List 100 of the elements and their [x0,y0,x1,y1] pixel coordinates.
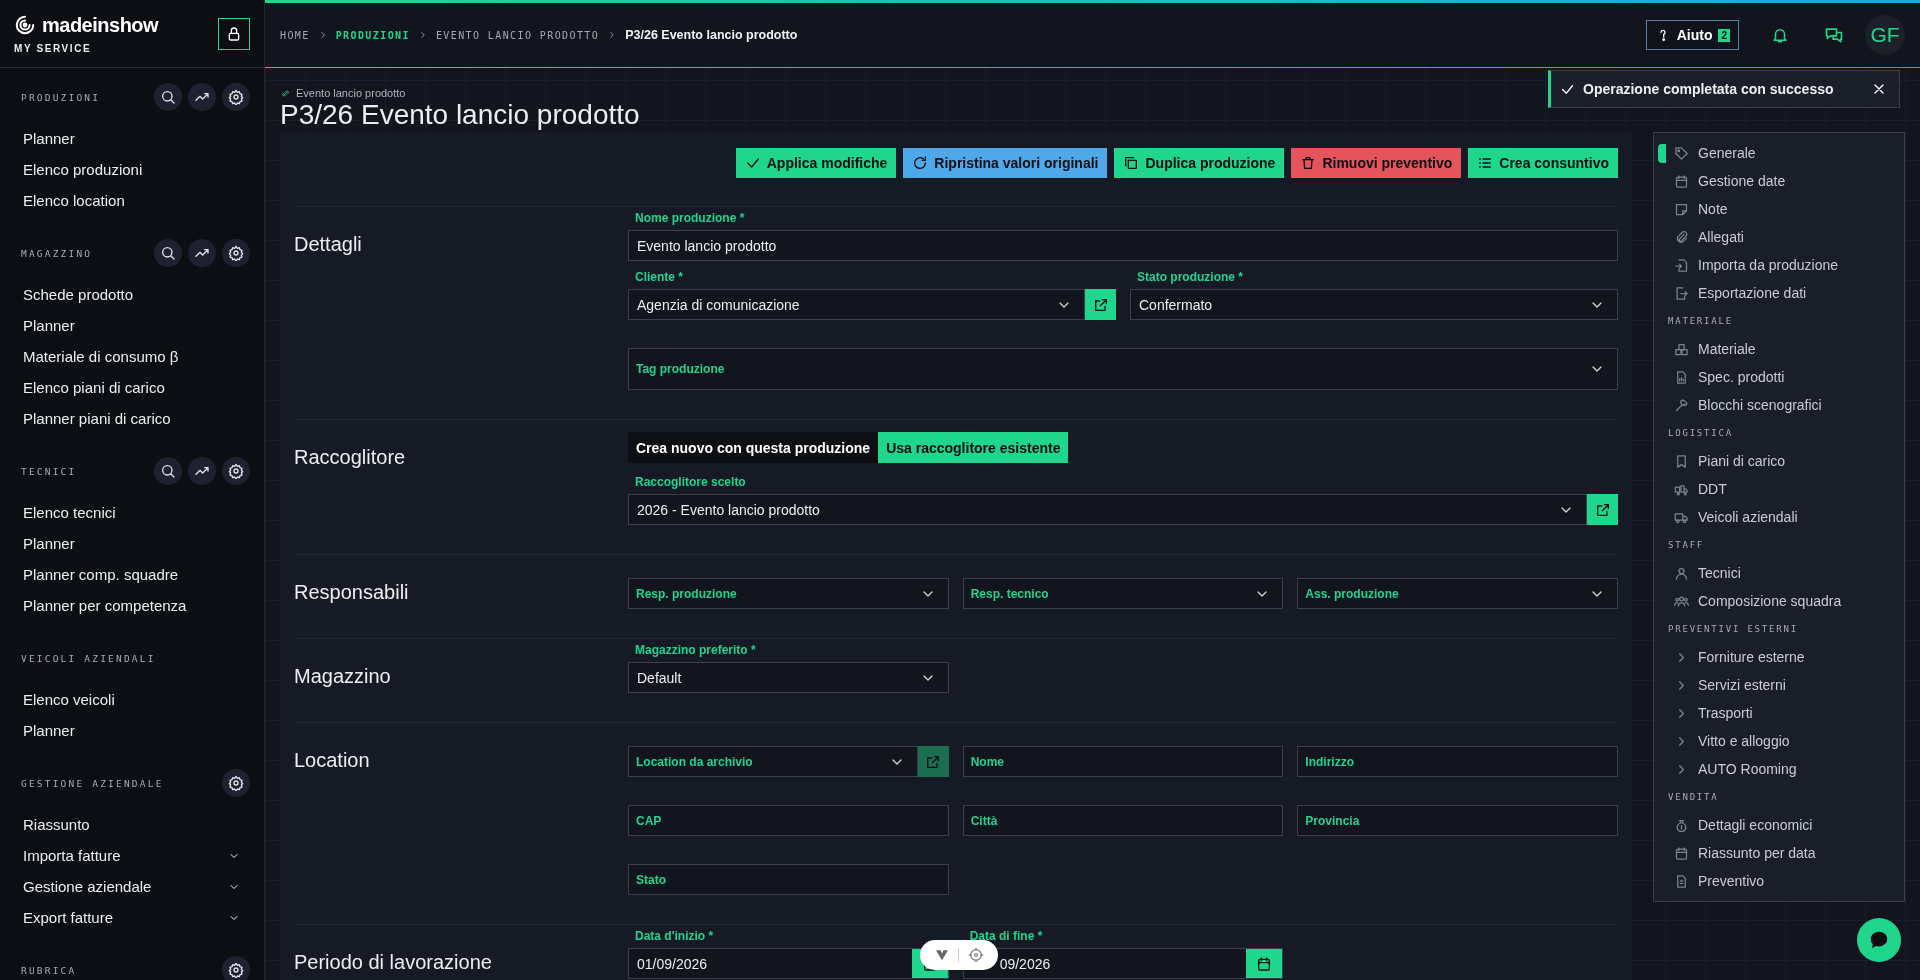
sidebar-item[interactable]: Schede prodotto [0,279,264,310]
sidebar-item[interactable]: Elenco tecnici [0,497,264,528]
calendar-button[interactable] [1246,949,1283,978]
sidebar-item[interactable]: Elenco veicoli [0,684,264,715]
nav-item[interactable]: Preventivo [1654,867,1904,895]
triangle-icon[interactable] [934,947,951,963]
nav-item[interactable]: Gestione date [1654,167,1904,195]
paperclip-icon [1674,229,1689,245]
nav-item[interactable]: Spec. prodotti [1654,363,1904,391]
select-field[interactable]: Ass. produzione [1297,578,1618,609]
sidebar-item[interactable]: Elenco location [0,185,264,216]
select-field[interactable]: Resp. produzione [628,578,949,609]
sidebar-item[interactable]: Materiale di consumo β [0,341,264,372]
nav-item[interactable]: Veicoli aziendali [1654,503,1904,531]
search-button[interactable] [154,83,182,111]
breadcrumb-link[interactable]: HOME [280,29,310,41]
input-field[interactable]: CAP [628,805,949,836]
search-icon [160,463,176,479]
action-button[interactable]: Crea consuntivo [1468,148,1618,178]
nav-item[interactable]: Materiale [1654,335,1904,363]
sidebar-item[interactable]: Export fatture [0,902,264,933]
import-icon [1674,257,1689,273]
toggle-option[interactable]: Crea nuovo con questa produzione [628,432,879,463]
select-field[interactable]: 2026 - Evento lancio prodotto [628,494,1587,525]
nav-item[interactable]: Allegati [1654,223,1904,251]
sidebar-item[interactable]: Planner per competenza [0,590,264,621]
input-field[interactable]: Nome [962,746,1284,777]
nav-item[interactable]: Forniture esterne [1654,643,1904,671]
nav-item[interactable]: Vitto e alloggio [1654,727,1904,755]
nav-group-heading: LOGISTICA [1667,427,1734,440]
nav-item[interactable]: Generale [1654,139,1904,167]
nav-item[interactable]: Riassunto per data [1654,839,1904,867]
breadcrumb-link[interactable]: PRODUZIONI [335,29,410,41]
gear-button[interactable] [222,769,250,797]
input-field[interactable]: Stato [628,864,949,895]
select-field[interactable]: Confermato [1130,289,1618,320]
gear-button[interactable] [222,457,250,485]
sidebar-item[interactable]: Riassunto [0,809,264,840]
bookmark-icon [1674,453,1689,469]
input-field[interactable]: Provincia [1297,805,1618,836]
toggle-option[interactable]: Usa raccoglitore esistente [878,432,1069,463]
nav-item[interactable]: Importa da produzione [1654,251,1904,279]
nav-item[interactable]: Dettagli economici [1654,811,1904,839]
sidebar-item[interactable]: Planner [0,123,264,154]
gear-button[interactable] [222,83,250,111]
sidebar-item[interactable]: Planner [0,528,264,559]
nav-item[interactable]: Tecnici [1654,559,1904,587]
nav-item[interactable]: Blocchi scenografici [1654,391,1904,419]
help-button[interactable]: Aiuto 2 [1645,20,1739,50]
target-icon[interactable] [967,947,984,963]
tags-field[interactable]: Tag produzione [628,348,1618,390]
nav-item[interactable]: Esportazione dati [1654,279,1904,307]
sidebar-item[interactable]: Planner [0,310,264,341]
gear-button[interactable] [222,956,250,980]
sidebar-item[interactable]: Importa fatture [0,840,264,871]
chart-button[interactable] [188,239,216,267]
nav-item[interactable]: Piani di carico [1654,447,1904,475]
sidebar-item[interactable]: Planner comp. squadre [0,559,264,590]
search-button[interactable] [154,239,182,267]
sidebar-item[interactable]: Planner piani di carico [0,403,264,434]
select-field[interactable]: Resp. tecnico [962,578,1284,609]
input-field[interactable]: Città [962,805,1284,836]
section-title: Responsabili [294,581,410,604]
nav-item[interactable]: Trasporti [1654,699,1904,727]
nav-item[interactable]: Composizione squadra [1654,587,1904,615]
chart-button[interactable] [188,83,216,111]
lock-button[interactable] [218,17,250,50]
nav-item[interactable]: Note [1654,195,1904,223]
gear-button[interactable] [222,239,250,267]
nav-item[interactable]: AUTO Rooming [1654,755,1904,783]
input-field[interactable]: Evento lancio prodotto [628,230,1618,261]
calendar-icon [1256,955,1273,972]
parent-link[interactable]: Evento lancio prodotto [296,87,406,99]
sidebar-item[interactable]: Elenco produzioni [0,154,264,185]
breadcrumb-current: P3/26 Evento lancio prodotto [625,28,798,42]
chart-button[interactable] [188,457,216,485]
select-field[interactable]: Default [628,662,949,693]
search-button[interactable] [154,457,182,485]
user-avatar[interactable]: GF [1865,15,1905,55]
action-button[interactable]: Rimuovi preventivo [1291,148,1462,178]
external-link-icon [925,753,942,770]
sidebar-item[interactable]: Elenco piani di carico [0,372,264,403]
section-title: Magazzino [294,665,392,688]
sidebar-item[interactable]: Gestione aziendale [0,871,264,902]
input-field[interactable]: Indirizzo [1297,746,1618,777]
open-link-button[interactable] [1085,289,1116,320]
check-icon [744,155,761,171]
select-field[interactable]: Agenzia di comunicazione [628,289,1085,320]
open-link-button[interactable] [1587,494,1618,525]
action-button[interactable]: Applica modifiche [735,148,897,178]
date-field[interactable]: 09/2026 [962,948,1284,979]
action-button[interactable]: Ripristina valori originali [903,148,1108,178]
select-field[interactable]: Location da archivio [628,746,918,777]
action-button[interactable]: Duplica produzione [1114,148,1285,178]
breadcrumb-link[interactable]: EVENTO LANCIO PRODOTTO [435,29,600,41]
search-icon [160,89,176,105]
nav-item[interactable]: DDT [1654,475,1904,503]
date-field[interactable]: 01/09/2026 [628,948,949,979]
nav-item[interactable]: Servizi esterni [1654,671,1904,699]
sidebar-item[interactable]: Planner [0,715,264,746]
